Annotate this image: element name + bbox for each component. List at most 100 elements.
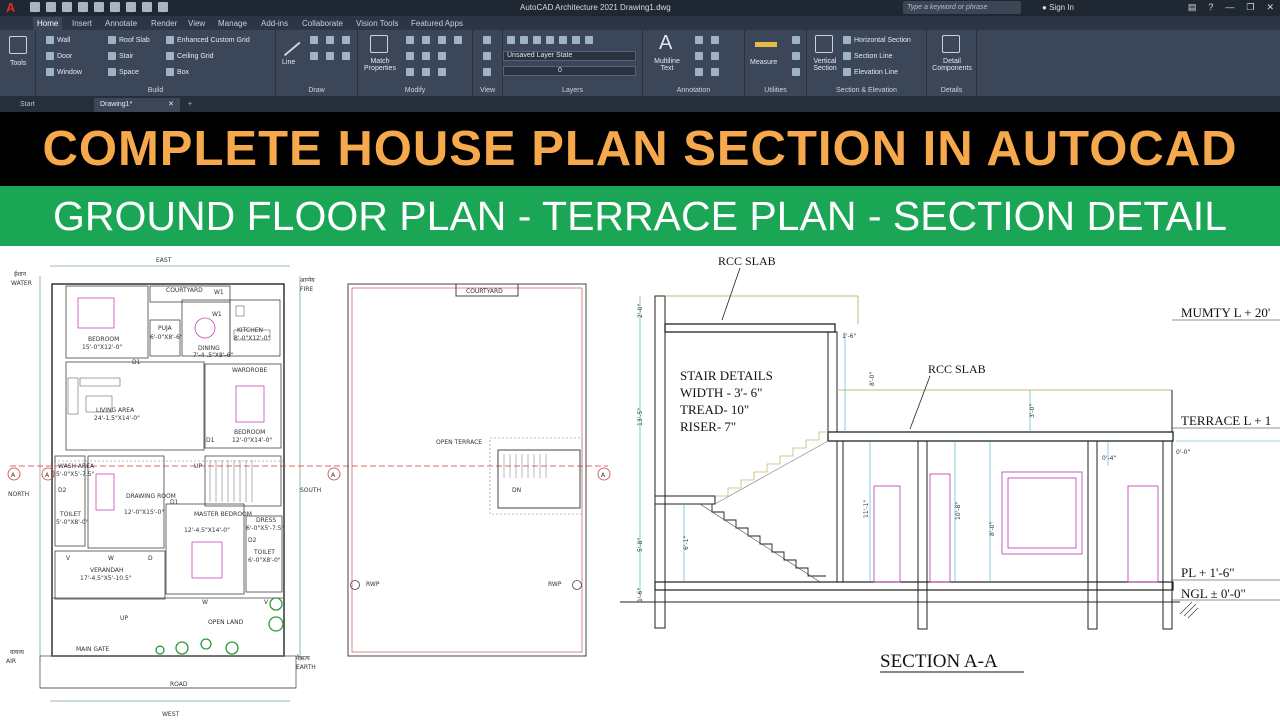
line-icon[interactable]: [283, 41, 301, 56]
door-button[interactable]: Door: [46, 52, 72, 60]
annotation-panel-title[interactable]: Annotation: [643, 87, 744, 94]
plot-icon[interactable]: [94, 2, 104, 12]
build-panel-title[interactable]: Build: [36, 87, 275, 94]
workspace-icon[interactable]: [158, 2, 168, 12]
detail-components-label[interactable]: Detail Components: [929, 58, 975, 72]
share-icon[interactable]: [142, 2, 152, 12]
scale-icon[interactable]: [406, 68, 414, 76]
enhanced-custom-grid-button[interactable]: Enhanced Custom Grid: [166, 36, 250, 44]
tab-home[interactable]: Home: [33, 17, 63, 30]
save-icon[interactable]: [62, 2, 72, 12]
circle-icon[interactable]: [326, 36, 334, 44]
current-layer-select[interactable]: 0: [503, 66, 636, 76]
layer-state-select[interactable]: Unsaved Layer State: [503, 51, 636, 61]
space-button[interactable]: Space: [108, 68, 139, 76]
tab-featured-apps[interactable]: Featured Apps: [407, 17, 467, 30]
stretch-icon[interactable]: [438, 52, 446, 60]
quick-select-icon[interactable]: [792, 36, 800, 44]
new-tab-icon[interactable]: +: [182, 98, 198, 112]
offset-icon[interactable]: [438, 68, 446, 76]
keynote-icon[interactable]: [711, 68, 719, 76]
trim-icon[interactable]: [438, 36, 446, 44]
rectangle-icon[interactable]: [310, 52, 318, 60]
view-panel-title[interactable]: View: [473, 87, 502, 94]
tab-annotate[interactable]: Annotate: [101, 17, 141, 30]
cad-drawing[interactable]: EAST WEST NORTH SOUTH ईशान WATER आग्नेय …: [0, 246, 1280, 720]
measure-icon[interactable]: [755, 42, 777, 47]
match-properties-label[interactable]: Match Properties: [362, 58, 398, 72]
horizontal-section-button[interactable]: Horizontal Section: [843, 36, 911, 44]
ceiling-grid-button[interactable]: Ceiling Grid: [166, 52, 214, 60]
section-elevation-panel-title[interactable]: Section & Elevation: [807, 87, 926, 94]
minimize-icon[interactable]: —: [1225, 2, 1234, 13]
open-icon[interactable]: [46, 2, 56, 12]
roof-slab-button[interactable]: Roof Slab: [108, 36, 150, 44]
close-icon[interactable]: ✕: [1266, 2, 1274, 13]
restore-icon[interactable]: ❐: [1246, 2, 1254, 13]
mirror-icon[interactable]: [422, 52, 430, 60]
help-icon[interactable]: ?: [1208, 2, 1213, 13]
wall-button[interactable]: Wall: [46, 36, 70, 44]
move-icon[interactable]: [406, 36, 414, 44]
modify-panel-title[interactable]: Modify: [358, 87, 472, 94]
vertical-section-icon[interactable]: [815, 35, 833, 53]
stair-button[interactable]: Stair: [108, 52, 133, 60]
vertical-section-label[interactable]: Vertical Section: [809, 58, 841, 72]
dimension-icon[interactable]: [695, 36, 703, 44]
file-tab-drawing[interactable]: Drawing1* ✕: [94, 98, 180, 112]
search-input[interactable]: Type a keyword or phrase: [903, 1, 1021, 14]
autocad-logo-icon[interactable]: A: [6, 1, 20, 15]
window-button[interactable]: Window: [46, 68, 82, 76]
layer-off-icon[interactable]: [520, 36, 528, 44]
layer-walk-icon[interactable]: [585, 36, 593, 44]
hatch-icon[interactable]: [326, 52, 334, 60]
detail-components-icon[interactable]: [942, 35, 960, 53]
layer-lock-icon[interactable]: [559, 36, 567, 44]
array-icon[interactable]: [422, 68, 430, 76]
measure-label[interactable]: Measure: [750, 59, 777, 66]
tab-collaborate[interactable]: Collaborate: [298, 17, 347, 30]
redo-icon[interactable]: [126, 2, 136, 12]
pan-icon[interactable]: [483, 68, 491, 76]
file-tab-start[interactable]: Start: [14, 98, 41, 112]
multiline-text-icon[interactable]: A: [659, 32, 672, 55]
id-point-icon[interactable]: [792, 68, 800, 76]
close-tab-icon[interactable]: ✕: [168, 98, 174, 112]
markup-icon[interactable]: [711, 52, 719, 60]
tab-vision-tools[interactable]: Vision Tools: [352, 17, 402, 30]
tab-manage[interactable]: Manage: [214, 17, 251, 30]
match-properties-icon[interactable]: [370, 35, 388, 53]
rotate-icon[interactable]: [422, 36, 430, 44]
tools-icon[interactable]: [9, 36, 27, 54]
copy-icon[interactable]: [406, 52, 414, 60]
layers-panel-title[interactable]: Layers: [503, 87, 642, 94]
line-label[interactable]: Line: [282, 59, 295, 66]
undo-icon[interactable]: [110, 2, 120, 12]
calculator-icon[interactable]: [792, 52, 800, 60]
layer-match-icon[interactable]: [572, 36, 580, 44]
multiline-text-label[interactable]: Multiline Text: [649, 58, 685, 72]
table-icon[interactable]: [695, 52, 703, 60]
sign-in-button[interactable]: ● Sign In: [1042, 3, 1074, 12]
section-line-button[interactable]: Section Line: [843, 52, 893, 60]
viewcube-icon[interactable]: [483, 36, 491, 44]
zoom-icon[interactable]: [483, 52, 491, 60]
layer-isolate-icon[interactable]: [533, 36, 541, 44]
fillet-icon[interactable]: [454, 36, 462, 44]
tab-add-ins[interactable]: Add-ins: [257, 17, 292, 30]
elevation-line-button[interactable]: Elevation Line: [843, 68, 898, 76]
polyline-icon[interactable]: [310, 36, 318, 44]
box-button[interactable]: Box: [166, 68, 189, 76]
leader-icon[interactable]: [711, 36, 719, 44]
new-icon[interactable]: [30, 2, 40, 12]
tag-icon[interactable]: [695, 68, 703, 76]
utilities-panel-title[interactable]: Utilities: [745, 87, 806, 94]
layer-freeze-icon[interactable]: [546, 36, 554, 44]
layer-properties-icon[interactable]: [507, 36, 515, 44]
tab-insert[interactable]: Insert: [68, 17, 96, 30]
cart-icon[interactable]: ▤: [1188, 2, 1197, 13]
gradient-icon[interactable]: [342, 52, 350, 60]
tab-render[interactable]: Render: [147, 17, 181, 30]
arc-icon[interactable]: [342, 36, 350, 44]
save-as-icon[interactable]: [78, 2, 88, 12]
